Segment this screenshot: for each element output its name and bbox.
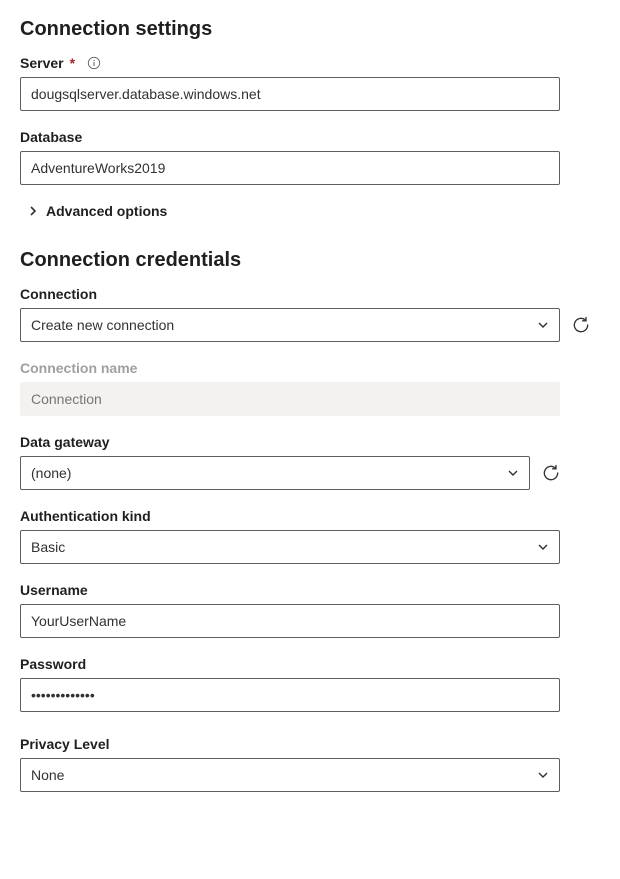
- chevron-right-icon: [28, 206, 38, 216]
- chevron-down-icon: [507, 467, 519, 479]
- auth-kind-select[interactable]: Basic: [20, 530, 560, 564]
- chevron-down-icon: [537, 769, 549, 781]
- auth-kind-field: Authentication kind Basic: [20, 508, 560, 564]
- data-gateway-select[interactable]: (none): [20, 456, 530, 490]
- connection-field: Connection Create new connection: [20, 286, 600, 342]
- privacy-level-select[interactable]: None: [20, 758, 560, 792]
- advanced-options-label: Advanced options: [46, 203, 167, 219]
- connection-settings-title: Connection settings: [20, 18, 600, 41]
- username-label: Username: [20, 582, 560, 598]
- connection-name-field: Connection name: [20, 360, 560, 416]
- info-icon[interactable]: [87, 56, 101, 70]
- server-label: Server: [20, 55, 64, 71]
- connection-select-value: Create new connection: [31, 317, 529, 333]
- password-input[interactable]: [20, 678, 560, 712]
- privacy-level-field: Privacy Level None: [20, 736, 560, 792]
- password-field: Password: [20, 656, 560, 712]
- username-field: Username: [20, 582, 560, 638]
- required-star-icon: *: [70, 55, 75, 71]
- auth-kind-value: Basic: [31, 539, 529, 555]
- database-input[interactable]: [20, 151, 560, 185]
- connection-credentials-title: Connection credentials: [20, 249, 600, 272]
- chevron-down-icon: [537, 541, 549, 553]
- password-label: Password: [20, 656, 560, 672]
- privacy-level-label: Privacy Level: [20, 736, 560, 752]
- gateway-refresh-button[interactable]: [540, 462, 562, 484]
- server-input[interactable]: [20, 77, 560, 111]
- data-gateway-label: Data gateway: [20, 434, 600, 450]
- server-label-row: Server *: [20, 55, 560, 71]
- username-input[interactable]: [20, 604, 560, 638]
- auth-kind-label: Authentication kind: [20, 508, 560, 524]
- privacy-level-value: None: [31, 767, 529, 783]
- connection-name-label: Connection name: [20, 360, 560, 376]
- database-field: Database: [20, 129, 560, 185]
- connection-settings-section: Connection settings Server * Database Ad…: [20, 18, 600, 219]
- data-gateway-value: (none): [31, 465, 499, 481]
- connection-label: Connection: [20, 286, 600, 302]
- chevron-down-icon: [537, 319, 549, 331]
- server-field: Server *: [20, 55, 560, 111]
- connection-credentials-section: Connection credentials Connection Create…: [20, 249, 600, 792]
- connection-name-input: [20, 382, 560, 416]
- data-gateway-field: Data gateway (none): [20, 434, 600, 490]
- connection-refresh-button[interactable]: [570, 314, 592, 336]
- advanced-options-expander[interactable]: Advanced options: [20, 203, 600, 219]
- database-label: Database: [20, 129, 560, 145]
- connection-select[interactable]: Create new connection: [20, 308, 560, 342]
